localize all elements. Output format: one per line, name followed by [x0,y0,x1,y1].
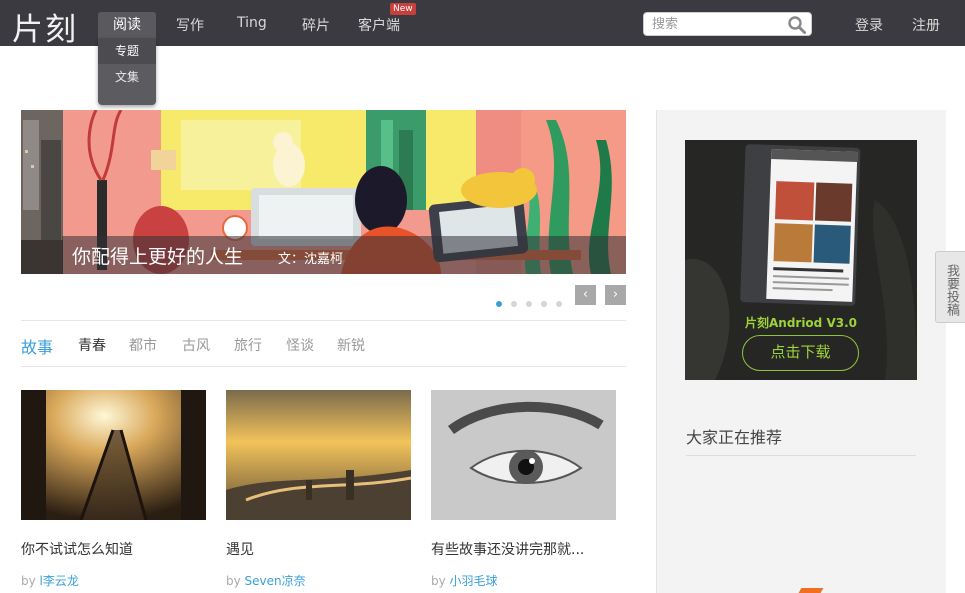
nav-client[interactable]: 客户端 [358,15,400,35]
banner-author: 文：沈嘉柯 [278,252,344,267]
category-tab-travel[interactable]: 旅行 [234,335,262,355]
category-tab-story[interactable]: 故事 [21,334,53,358]
byline-prefix: by [226,574,241,588]
nav-write[interactable]: 写作 [176,15,204,35]
article-title[interactable]: 你不试试怎么知道 [21,539,133,559]
search-icon[interactable] [787,15,807,35]
category-tab-new[interactable]: 新锐 [337,335,365,355]
nav-fragments[interactable]: 碎片 [302,15,330,35]
carousel-dot[interactable] [526,301,532,307]
search-box [643,12,812,36]
site-logo[interactable]: 片刻 [12,4,78,49]
byline-prefix: by [21,574,36,588]
carousel-dot[interactable] [511,301,517,307]
article-byline: by 小羽毛球 [431,572,498,589]
article-byline: by Seven凉奈 [226,572,306,589]
download-button[interactable]: 点击下载 [742,335,859,371]
banner-caption: 你配得上更好的人生 文：沈嘉柯 [62,236,626,274]
nav-read[interactable]: 阅读 [98,12,156,38]
author-link[interactable]: l李云龙 [40,574,79,588]
login-link[interactable]: 登录 [855,15,883,35]
carousel-next-button[interactable]: › [605,285,626,305]
category-tab-strange[interactable]: 怪谈 [286,335,314,355]
submit-article-tab[interactable]: 我要投稿 [935,251,965,323]
dropdown-item-topics[interactable]: 专题 [98,38,156,64]
article-thumbnail[interactable] [21,390,206,520]
carousel-dots [496,292,571,311]
article-title[interactable]: 有些故事还没讲完那就... [431,539,584,559]
carousel-prev-button[interactable]: ‹ [575,285,596,305]
scroll-top-marker [798,588,824,593]
carousel-dot[interactable] [541,301,547,307]
carousel-dot[interactable] [496,301,502,307]
new-badge: New [390,3,416,15]
dropdown-item-collections[interactable]: 文集 [98,64,156,90]
divider [21,320,626,321]
category-tab-youth[interactable]: 青春 [78,335,106,355]
read-dropdown-menu: 专题 文集 [98,38,156,105]
divider [21,366,626,367]
article-title[interactable]: 遇见 [226,539,254,559]
article-byline: by l李云龙 [21,572,79,589]
search-input[interactable] [652,13,787,36]
byline-prefix: by [431,574,446,588]
ad-title: 片刻Andriod V3.0 [744,316,857,330]
divider [686,455,916,456]
category-tab-ancient[interactable]: 古风 [182,335,210,355]
register-link[interactable]: 注册 [912,15,940,35]
article-thumbnail[interactable] [226,390,411,520]
nav-ting[interactable]: Ting [237,15,267,31]
article-thumbnail[interactable] [431,390,616,520]
recommend-section-title: 大家正在推荐 [686,428,783,447]
featured-banner[interactable]: 你配得上更好的人生 文：沈嘉柯 [21,110,626,274]
author-link[interactable]: Seven凉奈 [245,574,306,588]
app-download-ad[interactable]: 片刻Andriod V3.0 点击下载 [685,140,917,380]
author-link[interactable]: 小羽毛球 [450,574,498,588]
category-tab-city[interactable]: 都市 [129,335,157,355]
carousel-dot[interactable] [556,301,562,307]
banner-title[interactable]: 你配得上更好的人生 [72,242,243,269]
